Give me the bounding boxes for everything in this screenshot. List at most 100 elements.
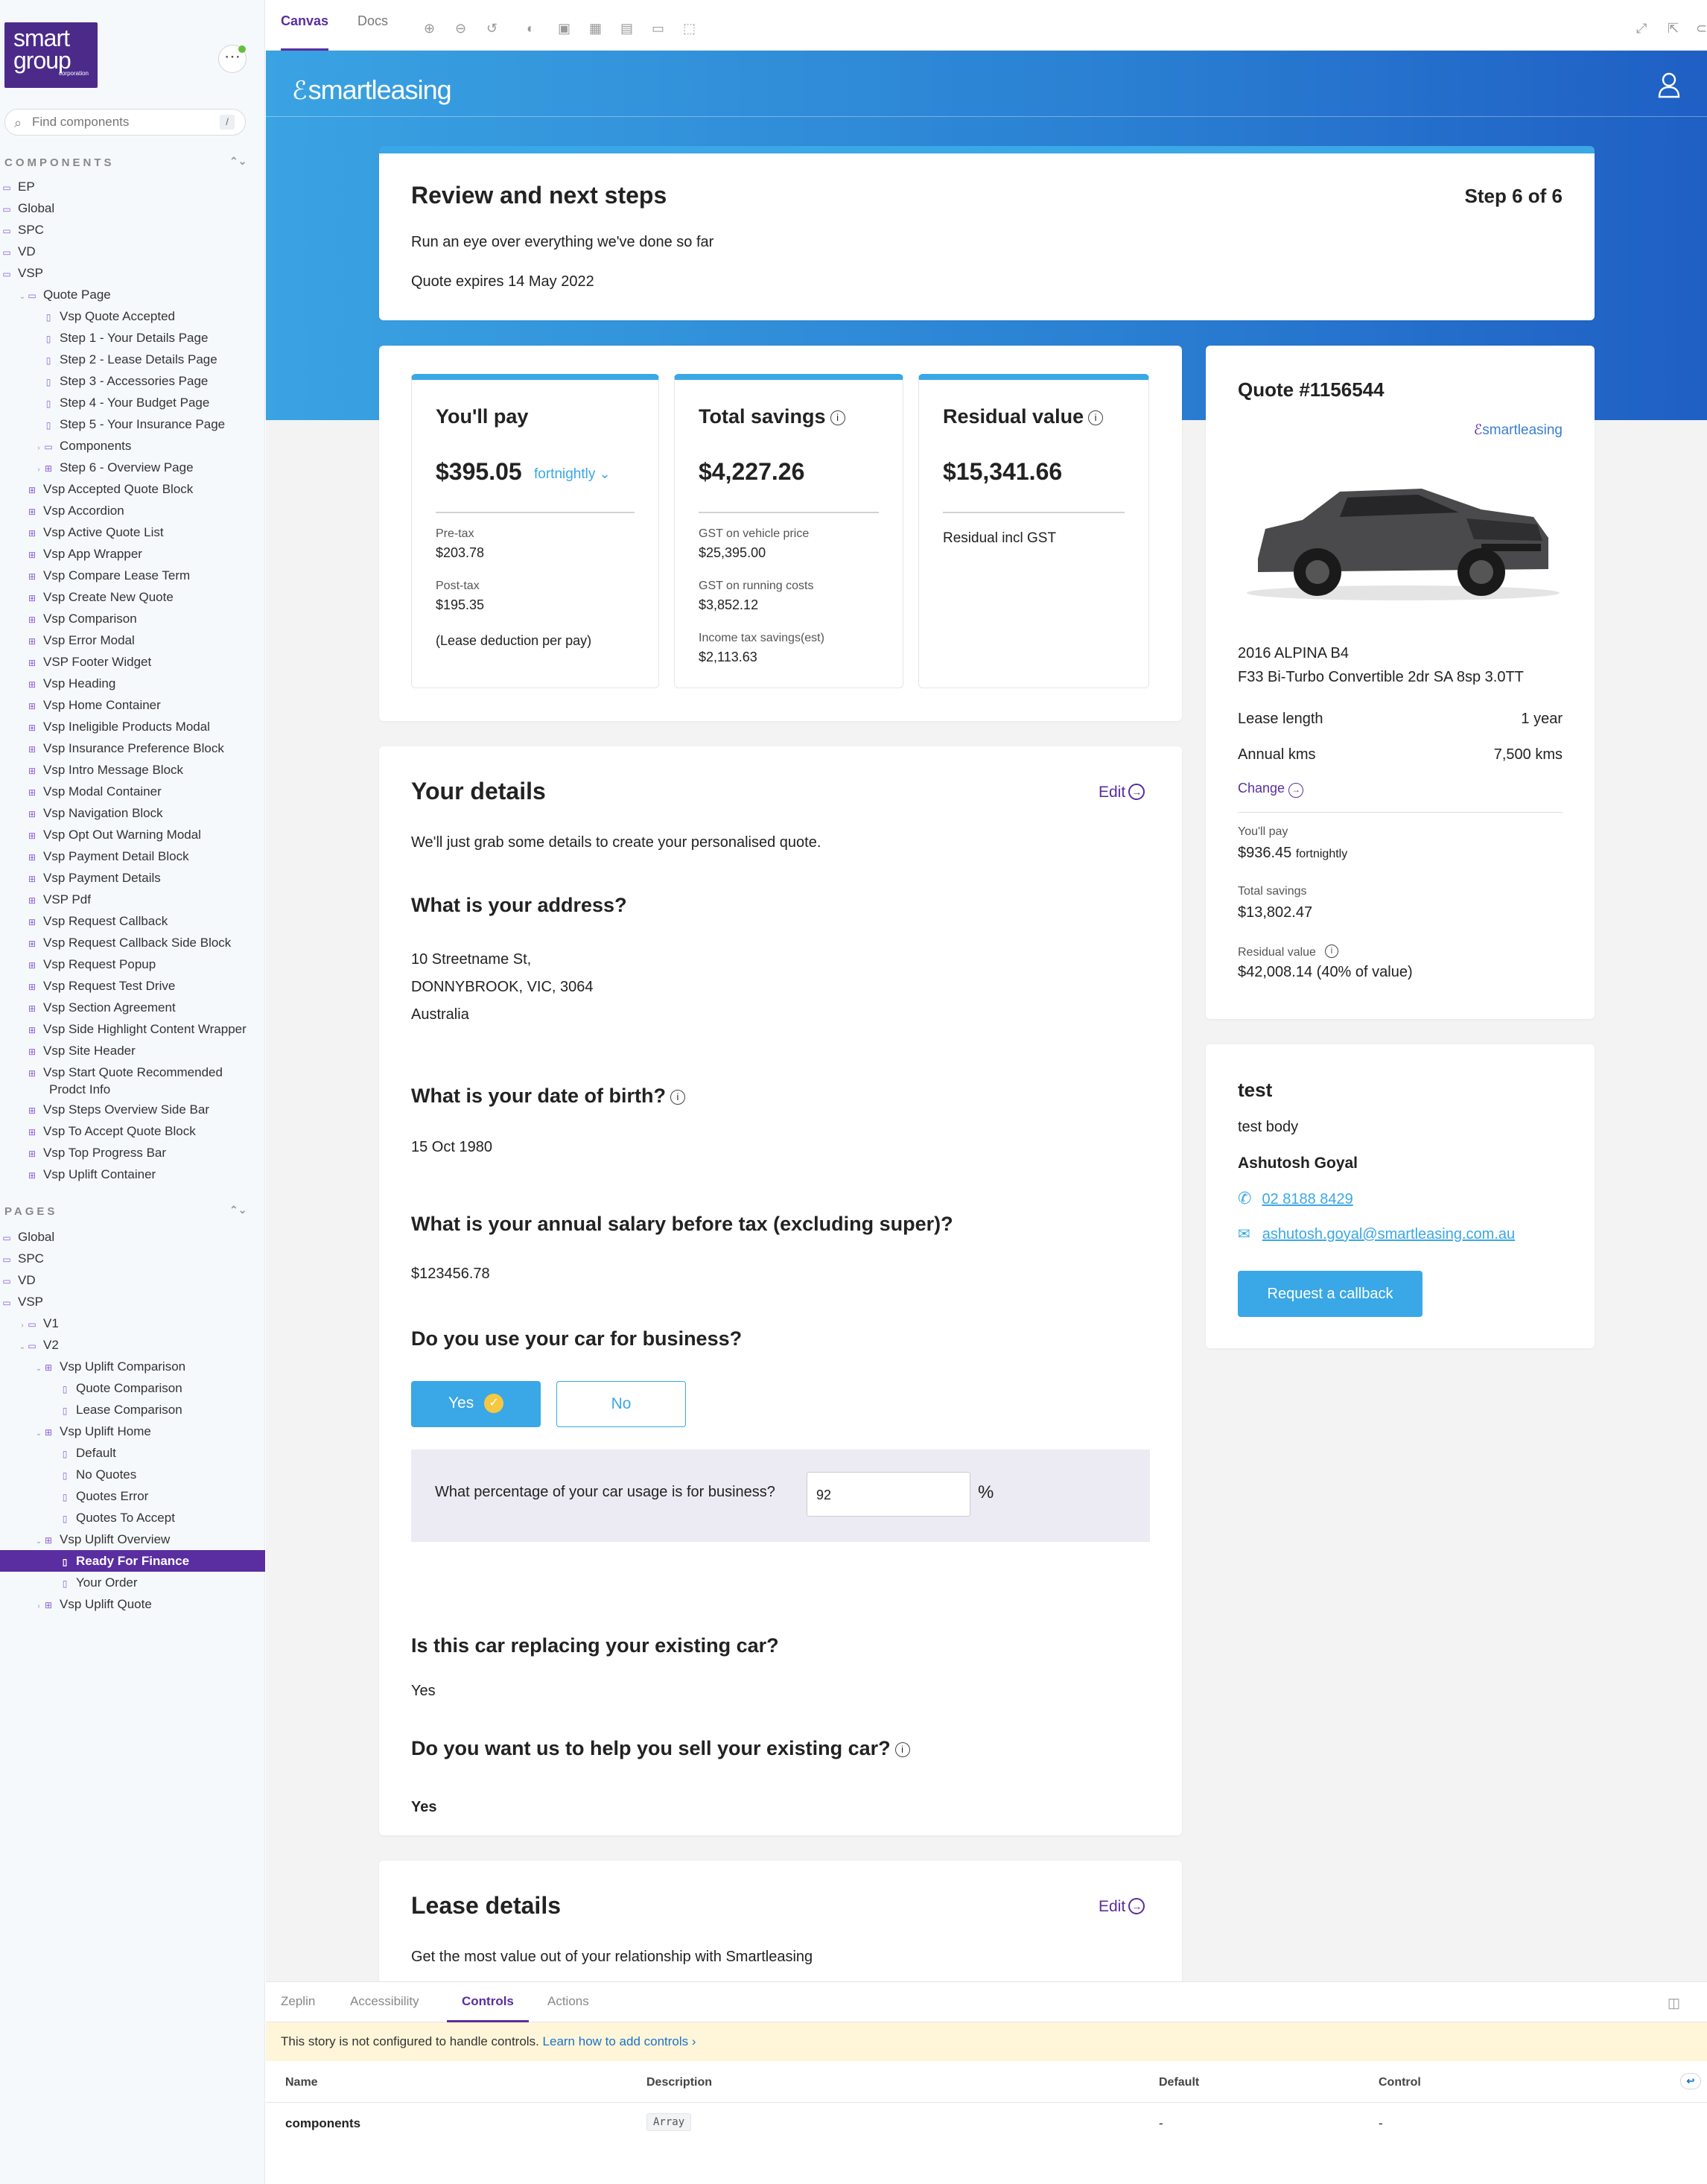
sidebar-item[interactable]: ⊞ Vsp Accepted Quote Block <box>0 478 265 500</box>
sidebar-item[interactable]: ▯ Ready For Finance <box>0 1550 265 1572</box>
info-icon[interactable]: i <box>830 410 845 425</box>
sidebar-item[interactable]: ⊞ Vsp Error Modal <box>0 629 265 651</box>
sidebar-item[interactable]: ▯ Step 1 - Your Details Page <box>0 327 265 349</box>
user-icon[interactable] <box>1658 72 1680 98</box>
sidebar-item[interactable]: ▭ SPC <box>0 1248 265 1269</box>
sidebar-item[interactable]: ⊞ Vsp Steps Overview Side Bar <box>0 1099 265 1120</box>
measure-icon[interactable]: ▭ <box>652 21 664 36</box>
zoom-in-icon[interactable]: ⊕ <box>424 21 435 36</box>
addon-tab-accessibility[interactable]: Accessibility <box>350 1994 419 2022</box>
tab-canvas[interactable]: Canvas <box>281 13 328 51</box>
search-input[interactable]: ⌕ Find components / <box>4 109 246 136</box>
sidebar-menu-button[interactable]: ⋯ <box>218 45 247 73</box>
brand-logo[interactable]: smart group corporation <box>4 22 98 88</box>
info-icon[interactable]: i <box>670 1090 685 1105</box>
sidebar-item[interactable]: ▯ Step 2 - Lease Details Page <box>0 349 265 370</box>
sidebar-item[interactable]: ▭ Global <box>0 197 265 219</box>
sidebar-item[interactable]: ⊞ Vsp Opt Out Warning Modal <box>0 824 265 845</box>
sidebar-item[interactable]: ⊞ Vsp Site Header <box>0 1040 265 1061</box>
sidebar-item[interactable]: ⊞ Vsp Insurance Preference Block <box>0 737 265 759</box>
sidebar-item[interactable]: ⌄ ⊞ Vsp Uplift Comparison <box>0 1356 265 1377</box>
sidebar-item[interactable]: ⌄ ▭ V2 <box>0 1334 265 1356</box>
panel-layout-icon[interactable]: ◫ <box>1668 1996 1680 2011</box>
image-icon[interactable]: ▣ <box>558 21 570 36</box>
zoom-reset-icon[interactable]: ↺ <box>486 21 498 36</box>
sidebar-item[interactable]: ▯ Your Order <box>0 1572 265 1593</box>
percent-input[interactable]: 92 <box>807 1472 970 1517</box>
sidebar-item[interactable]: ⌄ ▭ Quote Page <box>0 284 265 305</box>
edit-details-link[interactable]: Edit → <box>1099 784 1145 801</box>
frequency-select[interactable]: fortnightly ⌄ <box>534 466 611 483</box>
outline-icon[interactable]: ⬚ <box>683 21 696 36</box>
sidebar-item[interactable]: ⌄ ⊞ Vsp Uplift Home <box>0 1420 265 1442</box>
open-new-tab-icon[interactable]: ⇱ <box>1668 21 1679 36</box>
sidebar-item[interactable]: ▭ VSP <box>0 1291 265 1312</box>
sidebar-item[interactable]: › ⊞ Vsp Uplift Quote <box>0 1593 265 1615</box>
sidebar-item[interactable]: ▯ Step 5 - Your Insurance Page <box>0 413 265 435</box>
viewport-icon[interactable]: ▤ <box>620 21 633 36</box>
sidebar-item[interactable]: ⊞ Vsp Request Callback Side Block <box>0 932 265 953</box>
sidebar-item[interactable]: ⊞ VSP Pdf <box>0 889 265 910</box>
sidebar-item[interactable]: ⌄ ⊞ Vsp Uplift Overview <box>0 1529 265 1550</box>
sidebar-item[interactable]: ⊞ Vsp Ineligible Products Modal <box>0 716 265 737</box>
info-icon[interactable]: i <box>894 1742 910 1757</box>
zoom-out-icon[interactable]: ⊖ <box>455 21 466 36</box>
addon-tab-controls[interactable]: Controls <box>447 1994 529 2022</box>
info-icon[interactable]: i <box>1324 945 1338 958</box>
phone-link[interactable]: ✆ 02 8188 8429 <box>1238 1189 1353 1208</box>
sidebar-item[interactable]: ⊞ Vsp Start Quote Recommended Prodct Info <box>0 1061 265 1099</box>
sidebar-item[interactable]: ▭ SPC <box>0 219 265 241</box>
sidebar-item[interactable]: › ▭ V1 <box>0 1312 265 1334</box>
info-icon[interactable]: i <box>1088 410 1104 425</box>
sidebar-item[interactable]: ⊞ Vsp Payment Detail Block <box>0 845 265 867</box>
sidebar-item[interactable]: ▯ Lease Comparison <box>0 1399 265 1420</box>
sidebar-item[interactable]: ⊞ Vsp Home Container <box>0 694 265 716</box>
notice-link[interactable]: Learn how to add controls <box>543 2034 689 2048</box>
sidebar-item[interactable]: ⊞ Vsp Comparison <box>0 608 265 629</box>
sidebar-item[interactable]: ▯ Step 4 - Your Budget Page <box>0 392 265 413</box>
change-link[interactable]: Change → <box>1238 781 1304 798</box>
fullscreen-icon[interactable]: ⤢ <box>1636 21 1647 36</box>
background-icon[interactable]: ◐ <box>527 21 535 36</box>
pages-section-title[interactable]: PAGES ⌃⌄ <box>4 1204 247 1218</box>
addon-tab-actions[interactable]: Actions <box>547 1994 589 2022</box>
tab-docs[interactable]: Docs <box>357 13 388 51</box>
yes-button[interactable]: Yes ✓ <box>411 1381 541 1427</box>
request-callback-button[interactable]: Request a callback <box>1238 1271 1422 1317</box>
sidebar-item[interactable]: ⊞ Vsp Payment Details <box>0 867 265 889</box>
sidebar-item[interactable]: ⊞ Vsp App Wrapper <box>0 543 265 565</box>
sidebar-item[interactable]: ⊞ Vsp Request Callback <box>0 910 265 932</box>
no-button[interactable]: No <box>556 1381 686 1427</box>
edit-lease-link[interactable]: Edit → <box>1099 1898 1145 1916</box>
sidebar-item[interactable]: ▭ VD <box>0 1269 265 1291</box>
sidebar-item[interactable]: ▯ Quote Comparison <box>0 1377 265 1399</box>
sidebar-item[interactable]: ▭ EP <box>0 176 265 197</box>
sidebar-item[interactable]: ⊞ Vsp Section Agreement <box>0 997 265 1018</box>
sidebar-item[interactable]: ⊞ Vsp To Accept Quote Block <box>0 1120 265 1142</box>
reset-controls-icon[interactable]: ↩ <box>1680 2073 1701 2089</box>
email-link[interactable]: ✉ ashutosh.goyal@smartleasing.com.au <box>1238 1225 1515 1243</box>
grid-icon[interactable]: ▦ <box>589 21 602 36</box>
sidebar-item[interactable]: ⊞ Vsp Active Quote List <box>0 521 265 543</box>
sidebar-item[interactable]: ⊞ Vsp Heading <box>0 673 265 694</box>
sidebar-item[interactable]: ▭ VSP <box>0 262 265 284</box>
copy-link-icon[interactable]: ⊂ <box>1696 21 1707 36</box>
sidebar-item[interactable]: ⊞ Vsp Create New Quote <box>0 586 265 608</box>
sidebar-item[interactable]: ⊞ Vsp Top Progress Bar <box>0 1142 265 1164</box>
sidebar-item[interactable]: ⊞ Vsp Modal Container <box>0 781 265 802</box>
sidebar-item[interactable]: ⊞ Vsp Navigation Block <box>0 802 265 824</box>
sidebar-item[interactable]: ▯ Quotes To Accept <box>0 1507 265 1529</box>
sidebar-item[interactable]: ▯ Step 3 - Accessories Page <box>0 370 265 392</box>
sidebar-item[interactable]: › ⊞ Step 6 - Overview Page <box>0 457 265 478</box>
sidebar-item[interactable]: ⊞ Vsp Intro Message Block <box>0 759 265 781</box>
sidebar-item[interactable]: ⊞ Vsp Request Popup <box>0 953 265 975</box>
sidebar-item[interactable]: ▭ VD <box>0 241 265 262</box>
addon-tab-zeplin[interactable]: Zeplin <box>281 1994 315 2022</box>
sidebar-item[interactable]: ▯ Quotes Error <box>0 1485 265 1507</box>
sidebar-item[interactable]: ⊞ Vsp Side Highlight Content Wrapper <box>0 1018 265 1040</box>
sidebar-item[interactable]: ⊞ Vsp Uplift Container <box>0 1164 265 1185</box>
sidebar-item[interactable]: ⊞ Vsp Request Test Drive <box>0 975 265 997</box>
sidebar-item[interactable]: ⊞ Vsp Compare Lease Term <box>0 565 265 586</box>
sidebar-item[interactable]: › ▭ Components <box>0 435 265 457</box>
sidebar-item[interactable]: ▯ Default <box>0 1442 265 1464</box>
